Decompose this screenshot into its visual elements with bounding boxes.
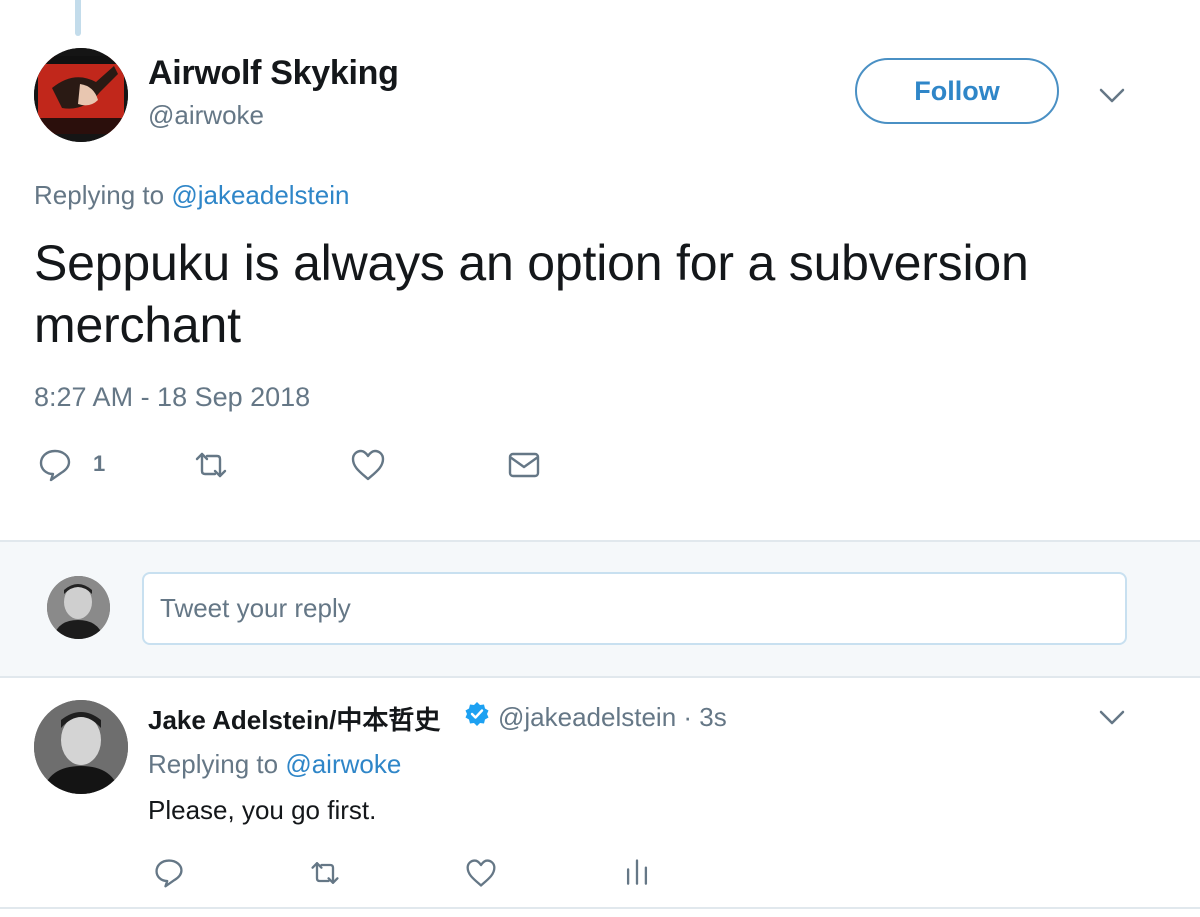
follow-button[interactable]: Follow <box>855 58 1059 124</box>
reply-count: 1 <box>93 451 106 476</box>
avatar[interactable] <box>34 48 128 142</box>
tweet-timestamp[interactable]: 8:27 AM - 18 Sep 2018 <box>34 382 310 413</box>
reply-author-handle[interactable]: @jakeadelstein <box>498 702 676 732</box>
replying-to-link[interactable]: @airwoke <box>285 749 401 779</box>
reply-time[interactable]: · 3s <box>676 702 726 732</box>
reply-meta: @jakeadelstein · 3s <box>498 702 727 733</box>
retweet-icon[interactable] <box>193 447 229 483</box>
reply-icon[interactable] <box>37 447 73 483</box>
user-avatar[interactable] <box>47 576 110 639</box>
tweet-text: Seppuku is always an option for a subver… <box>34 235 1029 353</box>
reply-icon[interactable] <box>158 0 176 4</box>
author-name[interactable]: Airwolf Skyking <box>148 54 399 93</box>
replying-to: Replying to @jakeadelstein <box>34 180 349 211</box>
replying-to-label: Replying to <box>148 749 286 779</box>
like-icon[interactable] <box>472 0 490 4</box>
reply-replying-to: Replying to @airwoke <box>148 749 401 780</box>
thread-line <box>75 0 81 36</box>
verified-badge-icon <box>465 702 489 726</box>
like-icon[interactable] <box>350 447 386 483</box>
author-handle[interactable]: @airwoke <box>148 100 264 131</box>
tweet-reply-input[interactable]: Tweet your reply <box>142 572 1127 645</box>
divider <box>0 907 1200 909</box>
retweet-icon[interactable] <box>309 857 341 889</box>
reply-text: Please, you go first. <box>148 795 377 825</box>
analytics-icon[interactable] <box>621 857 653 889</box>
replying-to-label: Replying to <box>34 180 172 210</box>
reply-author-name[interactable]: Jake Adelstein/中本哲史 <box>148 700 440 737</box>
avatar[interactable] <box>34 700 128 794</box>
analytics-icon[interactable] <box>628 0 646 4</box>
chevron-down-icon[interactable] <box>1097 702 1127 732</box>
reply-input-placeholder: Tweet your reply <box>160 593 351 623</box>
chevron-down-icon[interactable] <box>1097 80 1127 110</box>
direct-message-icon[interactable] <box>506 447 542 483</box>
retweet-icon[interactable] <box>318 0 336 4</box>
replying-to-link[interactable]: @jakeadelstein <box>171 180 349 210</box>
divider <box>0 676 1200 678</box>
reply-icon[interactable] <box>153 857 185 889</box>
like-icon[interactable] <box>465 857 497 889</box>
